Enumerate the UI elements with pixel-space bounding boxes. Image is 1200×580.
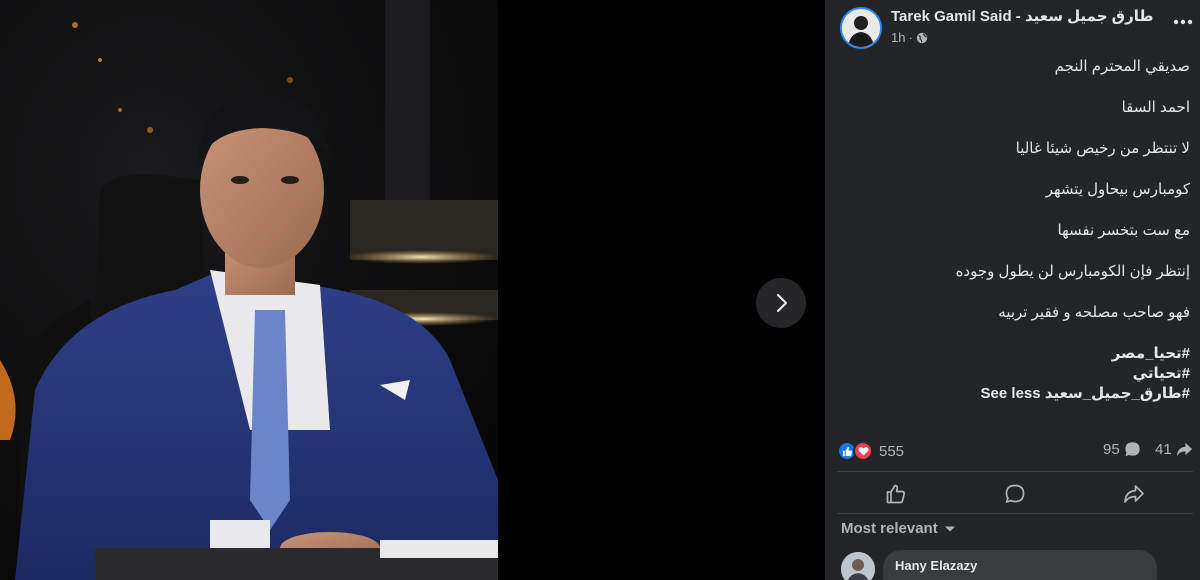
reactions-summary[interactable]: 555 <box>837 441 904 461</box>
post-line: مع ست بتخسر نفسها <box>1057 222 1191 239</box>
divider <box>837 471 1193 472</box>
avatar-image <box>842 9 880 47</box>
photo-viewer <box>0 0 825 580</box>
share-count: 41 <box>1155 441 1172 458</box>
share-button[interactable] <box>1074 476 1193 512</box>
post-line: لا تنتظر من رخيص شيئا غاليا <box>1015 140 1190 157</box>
comment-count: 95 <box>1103 441 1120 458</box>
hashtag-list: #تحيا_مصر #تحياتي #طارق_جميل_سعيد See le… <box>835 344 1190 404</box>
like-button[interactable] <box>837 476 956 512</box>
sort-label: Most relevant <box>841 520 938 537</box>
post-time[interactable]: 1h <box>891 30 905 45</box>
photo-illustration <box>0 0 498 580</box>
love-reaction-icon <box>853 441 873 461</box>
next-photo-button[interactable] <box>756 278 806 328</box>
hashtag-link[interactable]: #تحياتي <box>1133 365 1190 382</box>
comment-sort-dropdown[interactable]: Most relevant <box>841 520 956 537</box>
share-icon <box>1176 442 1192 457</box>
hashtag-link[interactable]: #تحيا_مصر <box>1112 345 1190 362</box>
reaction-count: 555 <box>879 442 905 460</box>
share-count-link[interactable]: 41 <box>1155 441 1193 458</box>
author-name[interactable]: Tarek Gamil Said - طارق جميل سعيد <box>891 7 1153 25</box>
post-line: فهو صاحب مصلحه و فقير تربيه <box>998 304 1190 321</box>
share-button-icon <box>1123 485 1144 503</box>
hashtag-link[interactable]: #طارق_جميل_سعيد <box>1045 385 1190 402</box>
chevron-down-icon <box>944 526 955 531</box>
meta-dot: · <box>908 30 913 45</box>
globe-icon <box>916 32 928 43</box>
commenter-avatar-image <box>841 552 875 580</box>
divider <box>837 513 1193 514</box>
commenter-avatar[interactable] <box>841 552 875 580</box>
more-options-icon <box>1173 19 1193 25</box>
comment-icon <box>1125 442 1140 457</box>
post-actions <box>837 476 1193 512</box>
post-line: كومبارس بيحاول يتشهر <box>1045 181 1190 198</box>
post-photo[interactable] <box>0 0 498 580</box>
more-options-button[interactable] <box>1170 12 1196 32</box>
comment-count-link[interactable]: 95 <box>1103 441 1141 458</box>
see-less-link[interactable]: See less <box>981 385 1041 402</box>
comment-bubble: Hany Elazazy <box>883 550 1157 580</box>
comment-button[interactable] <box>956 476 1075 512</box>
next-arrow-icon <box>776 293 788 313</box>
post-text: صديقي المحترم النجم احمد السقا لا تنتظر … <box>835 50 1190 404</box>
post-line: احمد السقا <box>1121 99 1190 116</box>
post-meta: 1h · <box>891 30 928 45</box>
commenter-name[interactable]: Hany Elazazy <box>895 558 977 573</box>
author-avatar[interactable] <box>840 7 882 49</box>
post-line: صديقي المحترم النجم <box>1054 58 1190 75</box>
like-button-icon <box>886 484 906 504</box>
post-panel: Tarek Gamil Said - طارق جميل سعيد 1h · ص… <box>825 0 1200 580</box>
comment-button-icon <box>1005 484 1025 503</box>
post-line: إنتظر فإن الكومبارس لن يطول وجوده <box>955 263 1190 280</box>
